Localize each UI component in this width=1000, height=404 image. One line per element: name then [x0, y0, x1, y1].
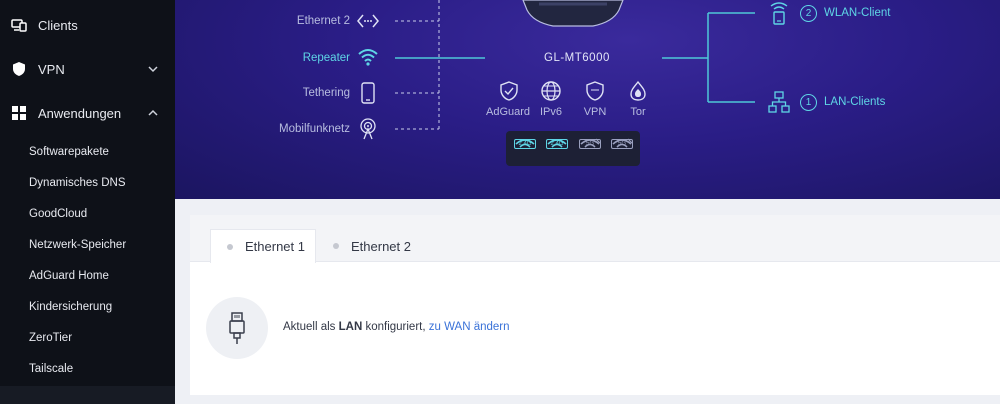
- lan-network-icon[interactable]: [768, 91, 790, 113]
- phone-icon: [361, 82, 375, 104]
- sidebar-subitem-label: Netzwerk-Speicher: [29, 239, 127, 251]
- adguard-shield-icon[interactable]: [498, 80, 520, 102]
- sidebar: Clients VPN Anwendungen Softwarepakete D…: [0, 0, 175, 404]
- ethernet-port-icon: [206, 297, 268, 359]
- vpn-shield-icon[interactable]: [584, 80, 606, 102]
- wifi-band-5g-icon[interactable]: 5G: [579, 138, 601, 160]
- wifi-icon: [358, 49, 378, 66]
- wan-source-repeater[interactable]: Repeater: [303, 52, 350, 64]
- feature-label-adguard: AdGuard: [485, 106, 531, 118]
- tab-ethernet-2[interactable]: Ethernet 2: [316, 229, 426, 263]
- wan-source-ethernet-2[interactable]: Ethernet 2: [297, 15, 350, 27]
- sidebar-subitem-tailscale[interactable]: Tailscale: [0, 355, 175, 383]
- cellular-tower-icon: [360, 118, 376, 140]
- port-status: Aktuell als LAN konfiguriert, zu WAN änd…: [283, 321, 510, 333]
- status-mode: LAN: [338, 321, 363, 333]
- sidebar-subitem-softwarepakete[interactable]: Softwarepakete: [0, 138, 175, 166]
- sidebar-subitem-goodcloud[interactable]: GoodCloud: [0, 200, 175, 228]
- sidebar-subitem-kindersicherung[interactable]: Kindersicherung: [0, 293, 175, 321]
- port-tabs: Ethernet 1 Ethernet 2: [190, 215, 1000, 263]
- sidebar-item-vpn[interactable]: VPN: [0, 49, 175, 89]
- sidebar-subitem-dynamisches-dns[interactable]: Dynamisches DNS: [0, 169, 175, 197]
- wifi-bands: 2.4G 2.4G 5G 5G: [506, 131, 640, 166]
- chevron-up-icon: [148, 109, 158, 116]
- switch-to-wan-link[interactable]: zu WAN ändern: [429, 321, 510, 333]
- devices-icon: [11, 17, 27, 33]
- ethernet-arrows-icon: [357, 14, 379, 28]
- sidebar-subitem-adguard-home[interactable]: AdGuard Home: [0, 262, 175, 290]
- device-name: GL-MT6000: [544, 52, 610, 64]
- sidebar-item-label: Anwendungen: [38, 105, 122, 121]
- sidebar-subitem-label: Softwarepakete: [29, 146, 109, 158]
- feature-label-ipv6: IPv6: [539, 106, 562, 118]
- tab-label: Ethernet 1: [245, 239, 305, 254]
- chevron-down-icon: [148, 66, 158, 73]
- feature-label-vpn: VPN: [583, 106, 607, 118]
- sidebar-item-label: Clients: [38, 17, 78, 33]
- lan-client-label[interactable]: LAN-Clients: [824, 96, 885, 108]
- sidebar-subitem-label: Kindersicherung: [29, 301, 113, 313]
- lan-client-count: 1: [800, 94, 817, 111]
- sidebar-subitem-label: Dynamisches DNS: [29, 177, 126, 189]
- wifi-band-5g-icon[interactable]: 5G: [611, 138, 633, 160]
- sidebar-subitem-label: Tailscale: [29, 363, 74, 375]
- tor-onion-icon[interactable]: [629, 80, 647, 102]
- wan-source-mobilfunknetz[interactable]: Mobilfunknetz: [279, 123, 350, 135]
- sidebar-subitem-label: ZeroTier: [29, 332, 73, 344]
- wan-source-tethering[interactable]: Tethering: [303, 87, 350, 99]
- sidebar-item-anwendungen[interactable]: Anwendungen: [0, 93, 175, 133]
- tab-dot: [227, 243, 233, 250]
- sidebar-subitem-zerotier[interactable]: ZeroTier: [0, 324, 175, 352]
- status-prefix: Aktuell als: [283, 321, 336, 333]
- tab-ethernet-1[interactable]: Ethernet 1: [210, 229, 316, 263]
- sidebar-subitem-label: AdGuard Home: [29, 270, 109, 282]
- network-topology: Ethernet 2 Repeater Tethering Mobilfunkn…: [175, 0, 1000, 199]
- router-device: [522, 0, 624, 27]
- apps-grid-icon: [11, 105, 27, 121]
- globe-icon[interactable]: [540, 80, 562, 102]
- status-suffix: konfiguriert,: [365, 321, 426, 333]
- sidebar-subitem-netzwerk-speicher[interactable]: Netzwerk-Speicher: [0, 231, 175, 259]
- tab-label: Ethernet 2: [351, 238, 411, 254]
- wifi-band-2g-icon[interactable]: 2.4G: [514, 138, 536, 160]
- feature-label-tor: Tor: [630, 106, 646, 118]
- tab-dot: [333, 243, 339, 249]
- wifi-band-2g-icon[interactable]: 2.4G: [546, 138, 568, 160]
- shield-icon: [11, 61, 27, 77]
- wifi-device-icon[interactable]: [768, 1, 790, 25]
- sidebar-subitem-label: GoodCloud: [29, 208, 88, 220]
- ports-card: Ethernet 1 Ethernet 2 Aktuell als LAN ko…: [190, 215, 1000, 395]
- wlan-client-label[interactable]: WLAN-Client: [824, 7, 890, 19]
- sidebar-item-label: VPN: [38, 61, 65, 77]
- wlan-client-count: 2: [800, 5, 817, 22]
- sidebar-subitem-partial[interactable]: [0, 386, 175, 404]
- sidebar-item-clients[interactable]: Clients: [0, 5, 175, 45]
